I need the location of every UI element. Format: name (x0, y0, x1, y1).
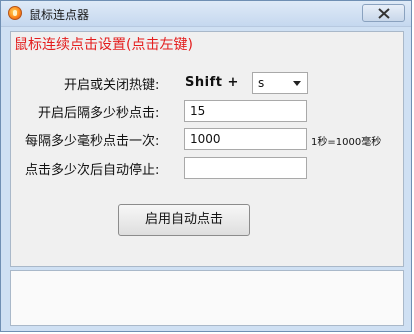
hotkey-label: 开启或关闭热键: (64, 78, 160, 93)
stop-after-input[interactable] (184, 157, 307, 179)
title-bar[interactable]: 鼠标连点器 (1, 1, 411, 27)
settings-panel: 鼠标连续点击设置(点击左键) 开启或关闭热键: Shift + s 开启后隔多少… (10, 31, 404, 267)
chevron-down-icon (293, 81, 301, 86)
status-area (10, 270, 404, 326)
start-delay-input[interactable]: 15 (184, 100, 307, 122)
start-delay-label: 开启后隔多少秒点击: (38, 106, 160, 121)
hotkey-select-value: s (258, 76, 265, 90)
interval-label: 每隔多少毫秒点击一次: (25, 134, 160, 149)
stop-after-label: 点击多少次后自动停止: (25, 163, 160, 178)
settings-heading: 鼠标连续点击设置(点击左键) (14, 37, 193, 53)
window-title: 鼠标连点器 (29, 8, 90, 22)
app-icon (8, 6, 22, 20)
interval-hint: 1秒=1000毫秒 (311, 137, 382, 148)
close-icon (378, 8, 390, 19)
interval-input[interactable]: 1000 (184, 128, 307, 150)
close-button[interactable] (362, 4, 405, 22)
hotkey-select[interactable]: s (252, 72, 308, 94)
start-auto-click-button[interactable]: 启用自动点击 (118, 204, 250, 236)
app-window: 鼠标连点器 鼠标连续点击设置(点击左键) 开启或关闭热键: Shift + s … (0, 0, 412, 332)
hotkey-modifier: Shift + (185, 75, 239, 90)
